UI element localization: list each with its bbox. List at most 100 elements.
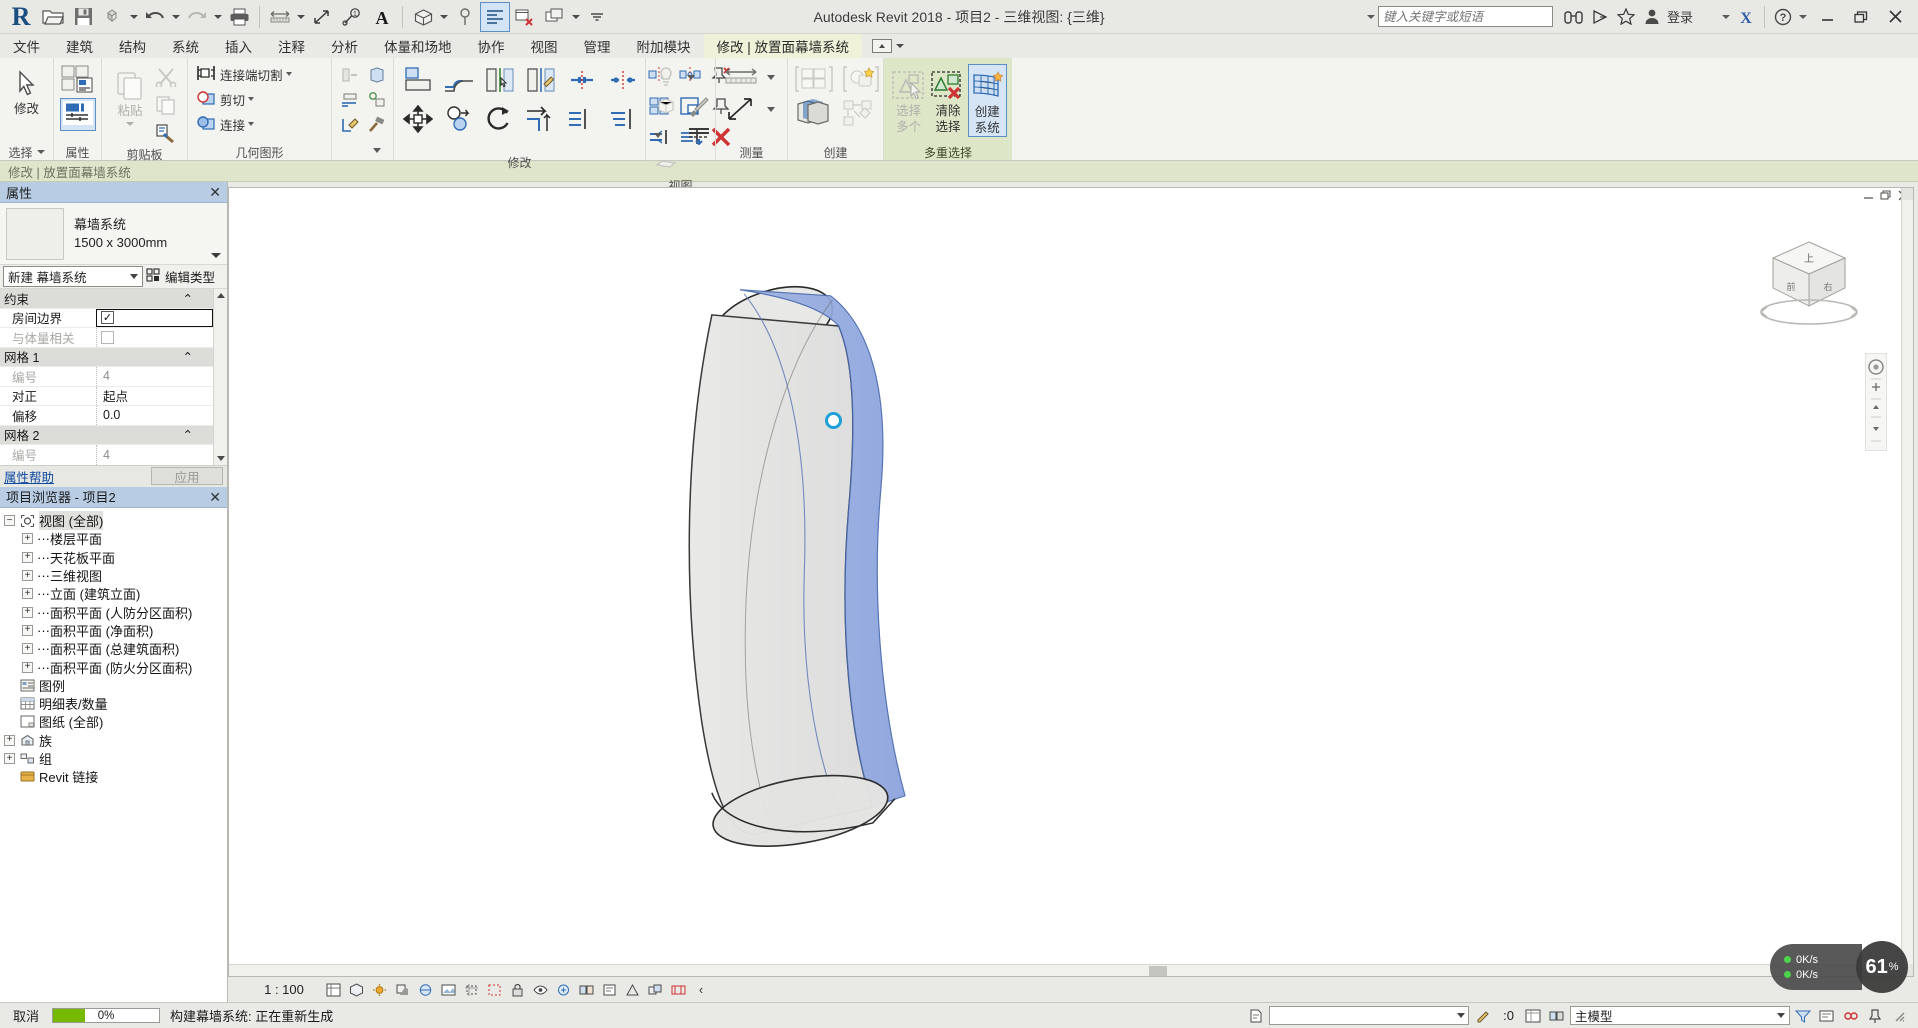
tree-node-floor-plans[interactable]: + ··· 楼层平面 — [0, 530, 227, 548]
cut-button[interactable] — [153, 64, 179, 90]
undo-dropdown-icon[interactable] — [170, 2, 182, 32]
print-icon[interactable] — [224, 2, 254, 32]
property-value-grid1-offset[interactable]: 0.0 — [96, 406, 213, 425]
editable-only-icon[interactable] — [1473, 1005, 1495, 1027]
crop-view-icon[interactable] — [461, 980, 481, 999]
demolish-hammer-icon[interactable] — [364, 112, 390, 138]
reveal-hidden-elements-icon[interactable] — [553, 980, 573, 999]
render-region-icon[interactable] — [651, 151, 681, 177]
tab-collaborate[interactable]: 协作 — [465, 34, 518, 58]
property-row-grid1-offset[interactable]: 偏移 0.0 — [0, 406, 213, 426]
sync-dropdown-icon[interactable] — [128, 2, 140, 32]
paint-dropdown-icon[interactable] — [651, 122, 665, 148]
rotate-icon[interactable] — [481, 101, 519, 137]
tree-node-area-plans-fire[interactable]: + ··· 面积平面 (防火分区面积) — [0, 658, 227, 676]
default-3d-view-icon[interactable] — [408, 2, 438, 32]
property-row-room-bounding[interactable]: 房间边界 ✓ — [0, 308, 213, 328]
switch-windows-dropdown-icon[interactable] — [570, 2, 582, 32]
measure-along-element-icon[interactable] — [721, 94, 761, 124]
paint-icon[interactable] — [684, 93, 714, 119]
type-selector[interactable]: 新建 幕墙系统 — [3, 266, 143, 287]
restore-button[interactable] — [1844, 3, 1878, 31]
array-icon[interactable] — [563, 101, 601, 137]
tree-node-sheets[interactable]: 图纸 (全部) — [0, 713, 227, 731]
measure-icon[interactable] — [265, 2, 295, 32]
room-bounding-cell[interactable]: ✓ — [96, 308, 213, 327]
switch-windows-icon[interactable] — [540, 2, 570, 32]
reveal-constraints-icon[interactable] — [668, 980, 688, 999]
search-input[interactable] — [1382, 9, 1548, 24]
analytical-model-icon[interactable] — [622, 980, 642, 999]
close-hidden-windows-icon[interactable] — [510, 2, 540, 32]
create-assembly-icon[interactable] — [793, 98, 835, 130]
sun-path-icon[interactable] — [369, 980, 389, 999]
copy-button[interactable] — [153, 92, 179, 118]
highlight-displacement-icon[interactable] — [645, 980, 665, 999]
paste-dropdown-icon[interactable] — [126, 121, 134, 126]
temporary-hide-isolate-icon[interactable] — [530, 980, 550, 999]
tab-addins[interactable]: 附加模块 — [624, 34, 704, 58]
tree-node-elevations[interactable]: + ··· 立面 (建筑立面) — [0, 585, 227, 603]
canvas-vertical-scrollbar[interactable] — [1901, 188, 1913, 976]
open-icon[interactable] — [38, 2, 68, 32]
tab-systems[interactable]: 系统 — [159, 34, 212, 58]
type-preview-dropdown-icon[interactable] — [211, 253, 221, 258]
model-selector-chevron-down-icon[interactable] — [1777, 1013, 1785, 1018]
group-grid-2-collapse-icon[interactable]: ⌃ — [183, 427, 193, 442]
tab-file[interactable]: 文件 — [0, 34, 53, 58]
expander-icon[interactable]: − — [4, 515, 15, 527]
resize-grip-icon[interactable] — [1888, 1005, 1910, 1027]
expander-icon[interactable]: + — [22, 570, 33, 582]
wall-opening-icon[interactable] — [364, 62, 390, 88]
expander-icon[interactable]: + — [22, 533, 33, 545]
project-browser-tree[interactable]: − 视图 (全部) + ··· 楼层平面 + ··· 天花板平面 + ··· 三… — [0, 507, 227, 1002]
trim-extend-icon[interactable] — [522, 101, 560, 137]
join-geometry-dropdown-icon[interactable] — [248, 122, 254, 126]
measure-dropdown-1-icon[interactable] — [767, 74, 775, 80]
property-group-constraints[interactable]: 约束 ⌃ — [0, 289, 213, 309]
customize-qat-icon[interactable] — [582, 2, 612, 32]
expander-icon[interactable]: + — [22, 606, 33, 618]
property-row-grid1-justification[interactable]: 对正 起点 — [0, 386, 213, 406]
drawing-canvas[interactable]: 上 前 右 — [228, 187, 1914, 977]
navigation-bar[interactable] — [1865, 353, 1887, 451]
measure-between-references-icon[interactable] — [721, 64, 761, 90]
measure-dropdown-2-icon[interactable] — [767, 106, 775, 112]
tab-structure[interactable]: 结构 — [106, 34, 159, 58]
render-gallery-icon[interactable] — [438, 980, 458, 999]
ribbon-options-dropdown-icon[interactable] — [896, 44, 904, 48]
tab-massing-site[interactable]: 体量和场地 — [371, 34, 465, 58]
properties-panel-button[interactable] — [59, 98, 96, 131]
ribbon-display-options[interactable] — [862, 34, 914, 58]
cutaway-icon[interactable] — [651, 93, 681, 119]
type-selector-chevron-down-icon[interactable] — [130, 274, 138, 279]
tab-annotate[interactable]: 注释 — [265, 34, 318, 58]
cut-geometry-row[interactable]: 剪切 — [193, 87, 256, 111]
tab-architecture[interactable]: 建筑 — [53, 34, 106, 58]
expander-icon[interactable]: + — [22, 624, 33, 636]
clear-selection-button[interactable]: 清除 选择 — [928, 64, 967, 135]
tree-node-area-plans-net[interactable]: + ··· 面积平面 (净面积) — [0, 621, 227, 639]
split-with-gap-icon[interactable] — [604, 62, 642, 98]
offset-icon[interactable] — [440, 62, 478, 98]
apply-button[interactable]: 应用 — [151, 467, 223, 485]
cope-dropdown-icon[interactable] — [286, 72, 292, 76]
tree-node-groups[interactable]: + 组 — [0, 749, 227, 767]
filter-icon[interactable] — [1792, 1005, 1814, 1027]
create-part-small-icon[interactable] — [364, 87, 390, 113]
undo-icon[interactable] — [140, 2, 170, 32]
network-speed-widget[interactable]: 0K/s 0K/s 61% — [1770, 938, 1910, 996]
view-bar-more-icon[interactable]: ‹ — [691, 980, 711, 999]
move-icon[interactable] — [399, 101, 437, 137]
properties-scroll-up-icon[interactable] — [214, 289, 227, 302]
help-icon[interactable]: ? — [1770, 4, 1796, 30]
selection-link-icon[interactable] — [1840, 1005, 1862, 1027]
help-dropdown-icon[interactable] — [1796, 3, 1810, 31]
tab-view[interactable]: 视图 — [518, 34, 571, 58]
star-icon[interactable] — [1613, 4, 1639, 30]
expander-icon[interactable]: + — [22, 551, 33, 563]
revit-logo-icon[interactable]: R — [4, 2, 38, 32]
tab-insert[interactable]: 插入 — [212, 34, 265, 58]
split-face-icon[interactable] — [337, 87, 363, 113]
tree-node-families[interactable]: + 族 — [0, 731, 227, 749]
